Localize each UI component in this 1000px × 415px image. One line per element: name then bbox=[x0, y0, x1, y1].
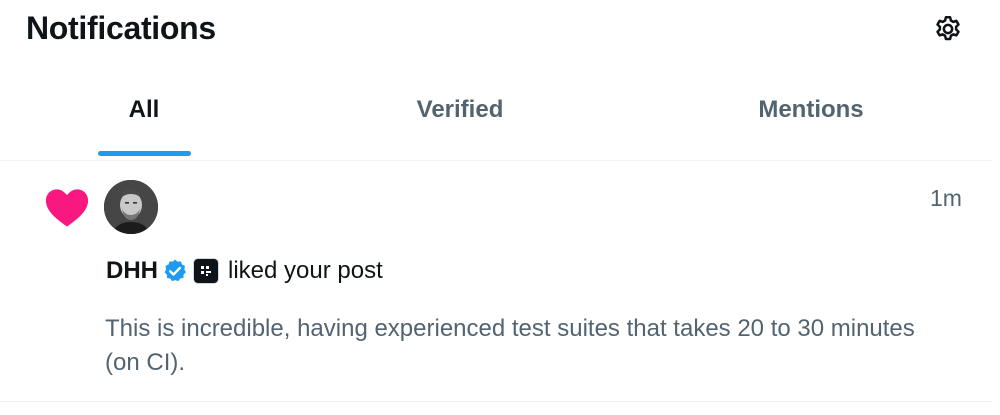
tab-mentions[interactable]: Mentions bbox=[738, 60, 884, 160]
settings-button[interactable] bbox=[928, 9, 968, 49]
liked-post-text: This is incredible, having experienced t… bbox=[105, 315, 915, 376]
gear-icon bbox=[936, 16, 960, 41]
verified-badge-icon bbox=[162, 258, 188, 284]
user-avatar[interactable] bbox=[104, 180, 158, 234]
page-title: Notifications bbox=[26, 10, 216, 46]
active-tab-indicator bbox=[98, 151, 191, 156]
tab-bar: All Verified Mentions bbox=[0, 60, 992, 161]
header: Notifications bbox=[0, 0, 992, 60]
heart-icon bbox=[45, 189, 89, 227]
tab-verified[interactable]: Verified bbox=[392, 60, 528, 160]
like-summary: DHH liked your post bbox=[106, 255, 383, 287]
avatar-photo bbox=[104, 180, 158, 234]
user-name[interactable]: DHH bbox=[106, 257, 158, 285]
organization-badge-icon bbox=[194, 259, 218, 283]
notification-item[interactable]: 1m DHH liked your post This is incredibl… bbox=[0, 161, 992, 402]
timestamp: 1m bbox=[930, 185, 962, 211]
tab-mentions-label: Mentions bbox=[758, 96, 864, 123]
tab-all[interactable]: All bbox=[92, 60, 196, 160]
tab-all-label: All bbox=[128, 96, 160, 123]
notification-action: liked your post bbox=[228, 257, 383, 284]
tab-verified-label: Verified bbox=[416, 96, 504, 123]
